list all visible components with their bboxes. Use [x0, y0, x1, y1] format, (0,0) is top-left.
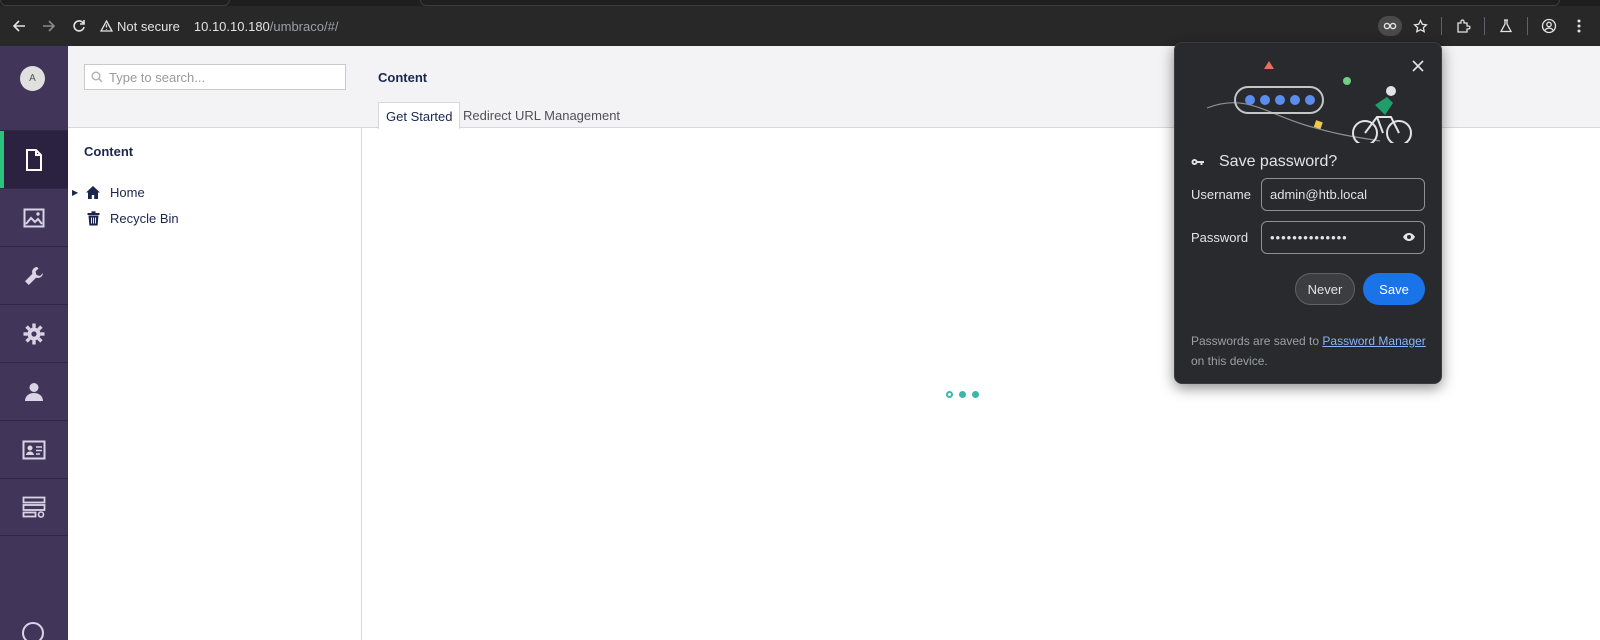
url-host: 10.10.10.180	[193, 18, 270, 34]
loader-dot	[946, 391, 953, 398]
image-icon	[23, 208, 45, 227]
bookmark-button[interactable]	[1405, 11, 1435, 41]
form-icon	[22, 496, 46, 518]
footer-prefix: Passwords are saved to	[1191, 334, 1323, 348]
tab-redirect-url-management[interactable]: Redirect URL Management	[456, 102, 627, 128]
profile-button[interactable]	[1534, 11, 1564, 41]
footer-suffix: on this device.	[1191, 354, 1268, 368]
flask-icon	[1499, 19, 1513, 33]
id-card-icon	[22, 440, 46, 459]
search-input[interactable]	[109, 69, 329, 85]
reload-icon	[73, 20, 85, 32]
kebab-menu-icon	[1577, 19, 1581, 33]
security-indicator[interactable]: Not secure	[100, 19, 180, 34]
reload-button[interactable]	[64, 11, 94, 41]
user-icon	[25, 382, 43, 401]
dialog-title: Save password?	[1219, 153, 1338, 170]
dialog-header: Save password?	[1191, 153, 1337, 171]
section-users[interactable]	[0, 362, 68, 420]
save-password-dialog: Save password? Username admin@htb.local …	[1174, 42, 1442, 384]
gear-icon	[23, 323, 45, 344]
close-button[interactable]	[1409, 57, 1427, 75]
dialog-footer: Passwords are saved to Password Manager …	[1191, 331, 1427, 371]
arrow-right-icon	[43, 20, 56, 32]
page-title: Content	[378, 70, 428, 85]
wrench-icon	[25, 266, 43, 285]
tree-item-home[interactable]: ▶ Home	[72, 181, 145, 203]
section-media[interactable]	[0, 188, 68, 246]
loader-dot	[972, 391, 979, 398]
tree-item-label: Recycle Bin	[110, 210, 179, 226]
close-icon	[1412, 60, 1424, 72]
document-icon	[26, 148, 42, 171]
toolbar-divider	[1441, 17, 1442, 35]
never-button[interactable]: Never	[1295, 273, 1355, 305]
loader-dot	[959, 391, 966, 398]
tree-title: Content	[84, 144, 134, 159]
username-field[interactable]: admin@htb.local	[1261, 178, 1425, 211]
section-members[interactable]	[0, 420, 68, 478]
password-manager-link[interactable]: Password Manager	[1322, 334, 1425, 348]
labs-button[interactable]	[1491, 11, 1521, 41]
key-icon	[1378, 16, 1402, 36]
section-packages[interactable]	[0, 304, 68, 362]
loading-indicator	[946, 391, 979, 398]
extensions-button[interactable]	[1448, 11, 1478, 41]
tree-item-recycle-bin[interactable]: Recycle Bin	[72, 207, 179, 229]
save-button[interactable]: Save	[1363, 273, 1425, 305]
toolbar-divider	[1484, 17, 1485, 35]
section-content[interactable]	[0, 130, 68, 188]
password-key-button[interactable]	[1375, 11, 1405, 41]
tree-search-area	[68, 46, 362, 128]
password-illustration	[1206, 61, 1412, 143]
browser-toolbar: Not secure 10.10.10.180/umbraco/#/	[0, 6, 1600, 46]
username-value: admin@htb.local	[1270, 187, 1368, 202]
arrow-left-icon	[12, 20, 25, 32]
tab-get-started[interactable]: Get Started	[378, 102, 461, 129]
account-circle-icon	[1541, 18, 1557, 34]
section-settings[interactable]	[0, 246, 68, 304]
home-icon	[84, 185, 102, 200]
tree-search-box[interactable]	[84, 64, 346, 90]
password-field[interactable]: ••••••••••••••	[1261, 221, 1425, 254]
url-path: /umbraco/#/	[269, 18, 339, 34]
avatar[interactable]: A	[20, 66, 45, 91]
show-password-button[interactable]	[1402, 230, 1416, 245]
password-value: ••••••••••••••	[1270, 230, 1348, 245]
address-bar[interactable]: Not secure 10.10.10.180/umbraco/#/	[100, 12, 338, 40]
star-icon	[1412, 18, 1428, 33]
expand-caret-icon[interactable]: ▶	[72, 188, 82, 197]
menu-button[interactable]	[1564, 11, 1594, 41]
eye-icon	[1403, 233, 1415, 241]
toolbar-divider	[1527, 17, 1528, 35]
key-icon	[1191, 159, 1204, 165]
help-icon[interactable]	[22, 622, 44, 640]
puzzle-icon	[1456, 18, 1471, 33]
search-icon	[91, 71, 103, 83]
security-label: Not secure	[117, 18, 180, 34]
back-button[interactable]	[4, 11, 34, 41]
forward-button[interactable]	[34, 11, 64, 41]
password-label: Password	[1191, 230, 1249, 245]
username-label: Username	[1191, 187, 1251, 202]
content-tree-panel: Content ▶ Home Recycle Bin	[68, 46, 362, 640]
toolbar-actions	[1375, 6, 1600, 46]
section-sidebar: A	[0, 46, 68, 640]
section-forms[interactable]	[0, 478, 68, 536]
tree-item-label: Home	[110, 184, 145, 200]
warning-triangle-icon	[100, 20, 113, 32]
trash-icon	[84, 210, 102, 226]
